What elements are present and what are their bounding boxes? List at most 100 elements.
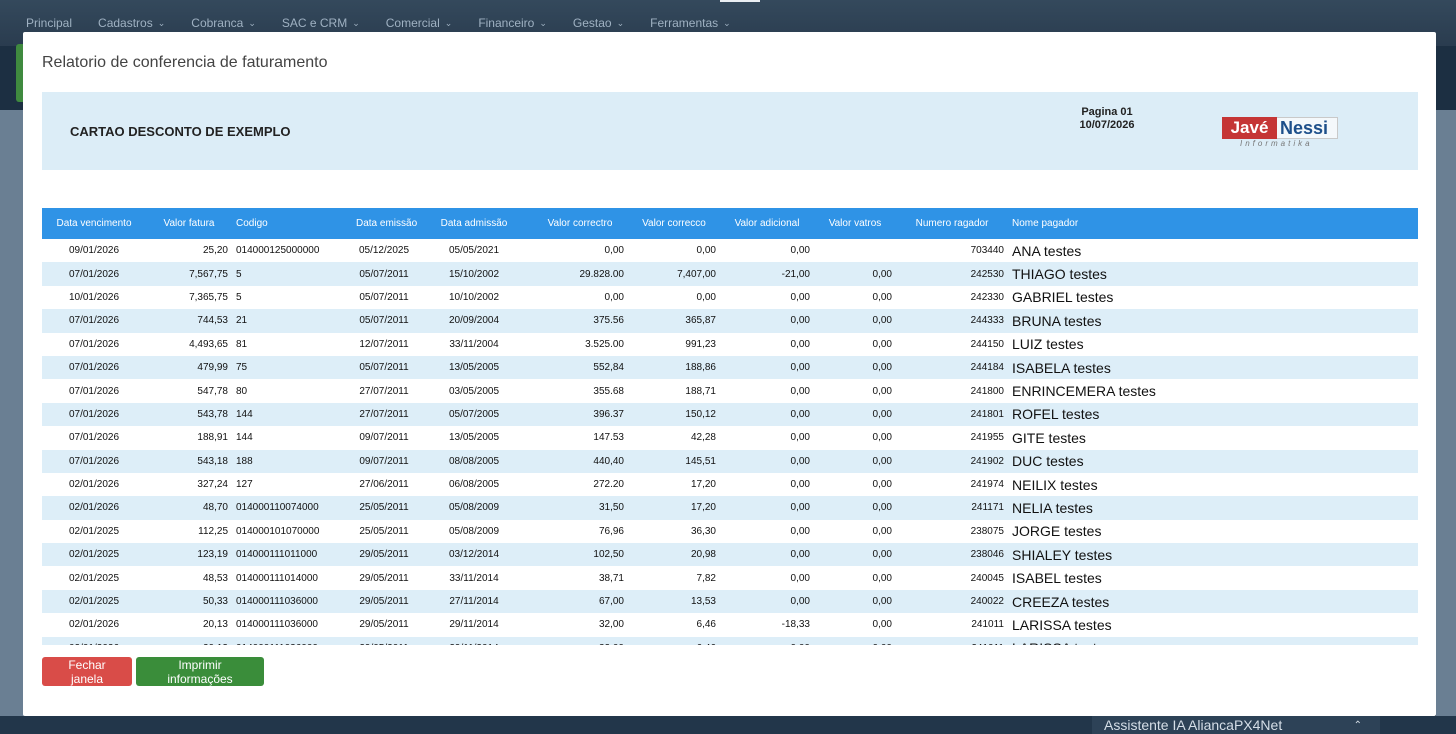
table-cell: 02/01/2025: [68, 596, 120, 608]
table-cell: 27/06/2011: [359, 479, 409, 491]
nav-item-sac-e-crm[interactable]: SAC e CRM ⌄: [282, 16, 360, 30]
nav-item-principal[interactable]: Principal: [26, 16, 72, 30]
table-cell: 0,00: [872, 315, 892, 327]
assistant-bar[interactable]: Assistente IA AliancaPX4Net ⌃: [1092, 716, 1380, 734]
table-cell: 6,46: [628, 637, 720, 645]
table-row[interactable]: 07/01/2026 543,78 144 27/07/2011 05/07/2005 3…: [42, 402, 1418, 427]
table-cell: 07/01/2026: [68, 432, 120, 444]
chevron-down-icon: ⌄: [157, 17, 166, 28]
table-cell: 0,00: [790, 408, 810, 420]
table-row[interactable]: 02/01/2025 123,19 014000111011000 29/05/201…: [42, 543, 1418, 567]
table-row[interactable]: 02/01/2026 327,24 127 27/06/2011 06/08/2005 2…: [42, 473, 1418, 496]
table-cell: DUC testes: [1012, 453, 1084, 470]
column-header[interactable]: Codigo: [232, 208, 352, 239]
table-cell: 241801: [970, 408, 1004, 420]
table-cell: 014000111036000: [236, 596, 318, 608]
table-cell: 02/01/2026: [42, 637, 146, 645]
nav-item-gestao[interactable]: Gestao ⌄: [573, 16, 624, 30]
table-cell: 0,00: [872, 502, 892, 514]
column-header[interactable]: Nome pagador: [1008, 208, 1418, 239]
table-cell: 02/01/2025: [68, 572, 120, 584]
table-cell: 0,00: [872, 362, 892, 374]
table-cell: 21: [236, 315, 248, 327]
table-row[interactable]: 07/01/2026 547,78 80 27/07/2011 03/05/2005 35…: [42, 379, 1418, 402]
column-header[interactable]: Data emissão: [352, 208, 417, 239]
column-header[interactable]: Numero ragador: [896, 208, 1008, 239]
report-date: 10/07/2026: [1079, 119, 1135, 131]
column-header[interactable]: Data admissão: [416, 208, 532, 239]
table-cell: 4,493,65: [189, 338, 228, 350]
table-row[interactable]: 02/01/2025 50,33 014000111036000 29/05/2011…: [42, 589, 1418, 614]
table-cell: 547,78: [197, 385, 228, 397]
table-cell: 543,78: [197, 408, 228, 420]
table-cell: 29/11/2014: [416, 637, 532, 645]
table-cell: 0,00: [790, 525, 810, 537]
table-cell: 02/01/2026: [68, 479, 120, 491]
table-cell: 0,00: [790, 362, 810, 374]
table-cell: -21,00: [781, 268, 810, 280]
table-cell: BRUNA testes: [1012, 312, 1102, 329]
table-cell: 0,00: [790, 432, 810, 444]
table-cell: 244333: [970, 315, 1004, 327]
report-table-container[interactable]: Data vencimento Valor fatura Codigo Data em…: [42, 208, 1418, 645]
table-cell: 440,40: [593, 455, 624, 467]
column-header[interactable]: Valor correctro: [532, 208, 628, 239]
table-cell: 05/12/2025: [358, 245, 410, 257]
table-row[interactable]: 09/01/2026 25,20 014000125000000 05/12/2025…: [42, 239, 1418, 262]
table-cell: 0,00: [872, 619, 892, 631]
table-row[interactable]: 07/01/2026 4,493,65 81 12/07/2011 33/11/2004…: [42, 333, 1418, 356]
nav-item-cobranca[interactable]: Cobranca ⌄: [191, 16, 256, 30]
table-cell: 0,00: [872, 479, 892, 491]
column-header[interactable]: Valor fatura: [146, 208, 232, 239]
table-row[interactable]: 02/01/202620,1301400011103600029/05/2011…: [42, 613, 1418, 636]
report-modal: Relatorio de conferencia de faturamento …: [23, 32, 1436, 716]
table-cell: 0,00: [604, 291, 624, 303]
table-row[interactable]: 02/01/2025 112,25 014000101070000 25/05/201…: [42, 520, 1418, 543]
table-cell: 32,00: [532, 637, 628, 645]
table-cell: 29/05/2011: [359, 619, 409, 631]
print-button[interactable]: Imprimir informações: [136, 657, 264, 686]
close-window-button[interactable]: Fechar janela: [42, 657, 132, 686]
column-header[interactable]: Data vencimento: [42, 208, 146, 239]
table-row[interactable]: 07/01/2026 543,18 188 09/07/2011 08/08/2005 4…: [42, 449, 1418, 473]
table-cell: ISABEL testes: [1012, 570, 1102, 587]
table-row[interactable]: 07/01/2026 479,99 75 05/07/2011 13/05/2005 55…: [42, 355, 1418, 380]
table-cell: 014000111036000: [232, 637, 352, 645]
table-cell: JORGE testes: [1012, 523, 1102, 540]
column-header[interactable]: Valor correcco: [628, 208, 720, 239]
nav-item-ferramentas[interactable]: Ferramentas ⌄: [650, 16, 731, 30]
table-row[interactable]: 02/01/2026 48,70 014000110074000 25/05/2011…: [42, 496, 1418, 520]
table-cell: 67,00: [598, 596, 624, 608]
nav-item-cadastros[interactable]: Cadastros ⌄: [98, 16, 165, 30]
table-cell: 7,365,75: [189, 291, 228, 303]
table-row[interactable]: 02/01/202620,1301400011103600029/05/2011…: [42, 636, 1418, 645]
table-cell: 29/11/2014: [449, 619, 499, 631]
table-cell: 014000125000000: [236, 245, 320, 257]
table-cell: 150,12: [685, 408, 716, 420]
table-row[interactable]: 07/01/2026 7,567,75 5 05/07/2011 15/10/2002 2…: [42, 262, 1418, 286]
column-header[interactable]: Valor adicional: [720, 208, 814, 239]
table-cell: 0,00: [872, 596, 892, 608]
table-row[interactable]: 02/01/2025 48,53 014000111014000 29/05/2011…: [42, 566, 1418, 589]
table-cell: THIAGO testes: [1012, 266, 1107, 283]
table-cell: 0,00: [814, 637, 896, 645]
report-table: Data vencimento Valor fatura Codigo Data em…: [42, 208, 1418, 645]
table-cell: 240022: [970, 596, 1004, 608]
nav-item-financeiro[interactable]: Financeiro ⌄: [478, 16, 547, 30]
chevron-up-icon[interactable]: ⌃: [1354, 720, 1362, 731]
table-row[interactable]: 07/01/2026 188,91 144 09/07/2011 13/05/2005 1…: [42, 426, 1418, 449]
table-cell: 05/08/2009: [448, 525, 500, 537]
table-row[interactable]: 07/01/2026 744,53 21 05/07/2011 20/09/2004 37…: [42, 309, 1418, 333]
nav-item-comercial[interactable]: Comercial ⌄: [386, 16, 453, 30]
table-cell: 02/01/2026: [68, 502, 120, 514]
table-cell: 7,407,00: [677, 268, 716, 280]
table-cell: 20,98: [690, 549, 716, 561]
table-row[interactable]: 10/01/2026 7,365,75 5 05/07/2011 10/10/2002 0…: [42, 286, 1418, 309]
table-cell: 05/08/2009: [448, 502, 500, 514]
table-cell: 127: [236, 479, 253, 491]
table-cell: SHIALEY testes: [1012, 546, 1113, 563]
column-header[interactable]: Valor vatros: [814, 208, 896, 239]
table-cell: 991,23: [685, 338, 716, 350]
table-cell: 396.37: [593, 408, 624, 420]
assistant-label: Assistente IA AliancaPX4Net: [1104, 717, 1283, 733]
